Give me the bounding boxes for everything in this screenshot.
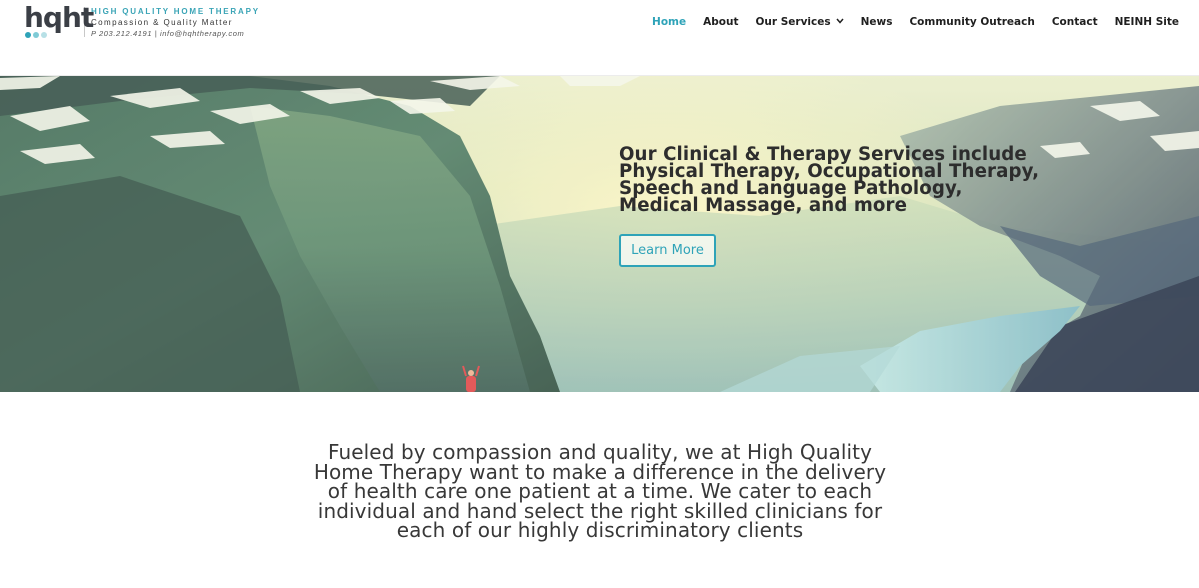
logo-dot <box>25 32 31 38</box>
hero-banner: Our Clinical & Therapy Services include … <box>0 76 1199 392</box>
nav-item-label: Our Services <box>755 16 831 28</box>
nav-item-home[interactable]: Home <box>652 16 686 28</box>
site-header: hqht HIGH QUALITY HOME THERAPY Compassio… <box>0 0 1199 76</box>
hero-heading-line: Medical Massage, and more <box>619 195 908 216</box>
site-logo[interactable]: hqht HIGH QUALITY HOME THERAPY Compassio… <box>24 4 260 44</box>
nav-item-community-outreach[interactable]: Community Outreach <box>909 16 1034 28</box>
hero-landscape-image <box>0 76 1199 392</box>
brand-tagline: Compassion & Quality Matter <box>91 18 233 27</box>
brand-name: HIGH QUALITY HOME THERAPY <box>91 7 260 16</box>
hero-heading: Our Clinical & Therapy Services include … <box>619 145 1039 216</box>
logo-dot <box>33 32 39 38</box>
mission-statement: Fueled by compassion and quality, we at … <box>300 442 900 543</box>
logo-dot <box>41 32 47 38</box>
nav-item-contact[interactable]: Contact <box>1052 16 1098 28</box>
nav-item-our-services[interactable]: Our Services <box>755 16 844 28</box>
logo-letters: hqht <box>24 1 94 34</box>
nav-item-neinh-site[interactable]: NEINH Site <box>1115 16 1179 28</box>
logo-text: HIGH QUALITY HOME THERAPY Compassion & Q… <box>91 4 260 38</box>
nav-item-news[interactable]: News <box>861 16 893 28</box>
learn-more-button[interactable]: Learn More <box>619 234 716 267</box>
main-nav: Home About Our Services News Community O… <box>635 16 1179 28</box>
logo-mark: hqht <box>24 1 94 40</box>
mission-line: each of our highly discriminatory client… <box>396 518 804 543</box>
brand-contact: P 203.212.4191 | info@hqhtherapy.com <box>91 29 245 38</box>
nav-item-about[interactable]: About <box>703 16 738 28</box>
chevron-down-icon <box>836 17 844 27</box>
logo-dots <box>25 32 47 38</box>
